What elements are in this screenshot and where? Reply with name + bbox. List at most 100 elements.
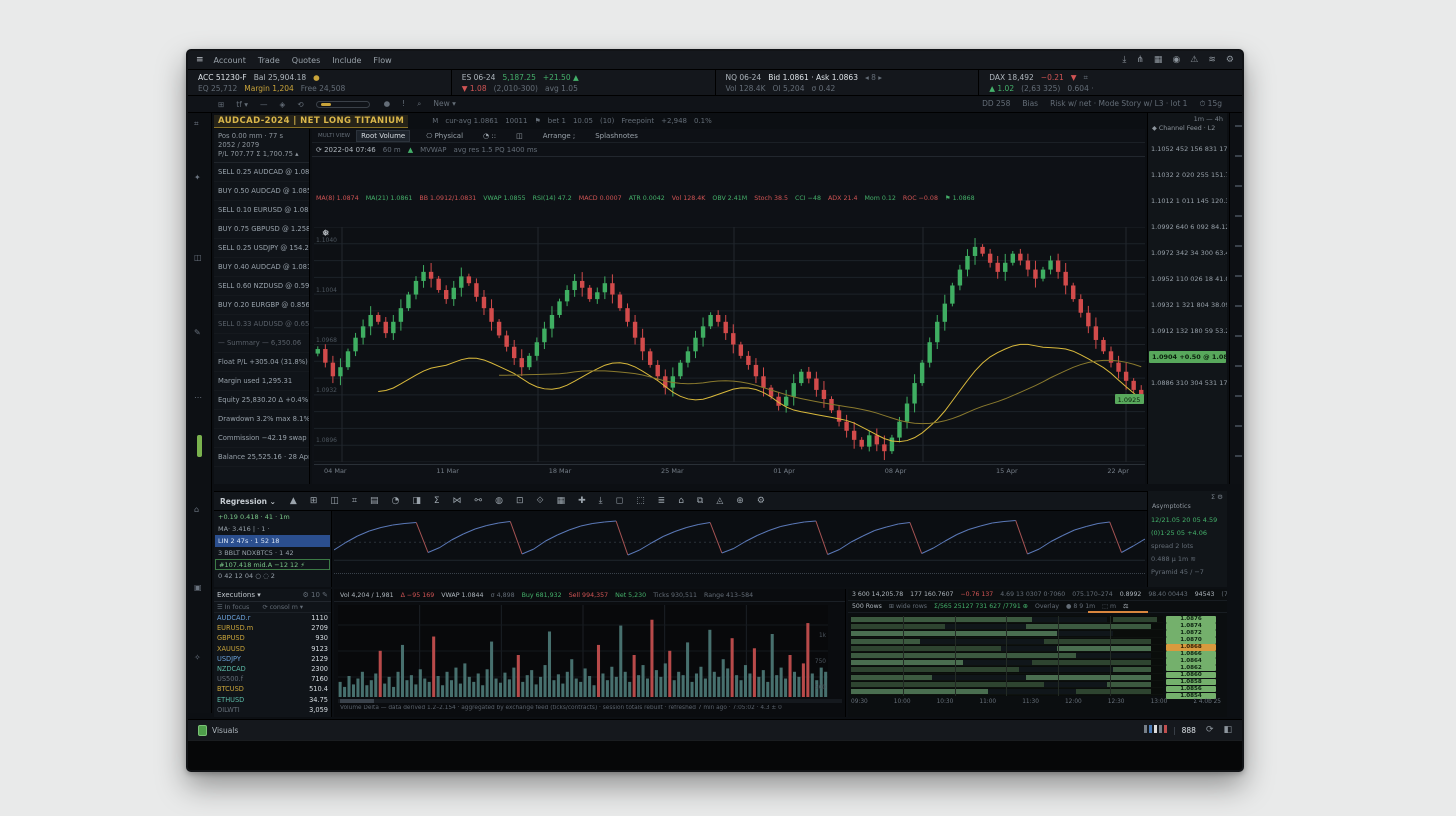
- orderbook-row[interactable]: 1.0952 110 026 18 41.08: [1148, 266, 1227, 292]
- account-log-row[interactable]: BUY 0.75 GBPUSD @ 1.2581 +128.19: [214, 220, 309, 239]
- lower-toolbar-icon[interactable]: ⧉: [697, 496, 703, 506]
- quote-group[interactable]: ACC 51230-FBal 25,904.18●EQ 25,712Margin…: [188, 70, 452, 95]
- account-log-row[interactable]: SELL 0.10 EURUSD @ 1.0832 −3.18: [214, 201, 309, 220]
- regression-row[interactable]: LIN 2 47s · 1 52 18: [215, 535, 330, 547]
- orderbook-row[interactable]: 1.0932 1 321 804 38.09: [1148, 292, 1227, 318]
- chart-tab[interactable]: ⎔ Physical: [422, 131, 467, 141]
- execution-row[interactable]: BTCUSD510.4: [214, 684, 331, 694]
- orderbook-row[interactable]: 1.1012 1 011 145 120.30: [1148, 188, 1227, 214]
- lower-toolbar-icon[interactable]: ◫: [330, 496, 339, 506]
- execution-row[interactable]: AUDCAD.r1110: [214, 613, 331, 623]
- visuals-icon[interactable]: [198, 725, 207, 736]
- sidebar-tool-icon[interactable]: ◫: [194, 253, 202, 262]
- orderbook-row[interactable]: 1.0886 310 304 531 17.18: [1148, 370, 1227, 396]
- orderbook-row[interactable]: 1.1032 2 020 255 151.76: [1148, 162, 1227, 188]
- quote-group[interactable]: DAX 18,492−0.21▼⌗▲ 1.02(2,63 325)0.604 ·: [979, 70, 1242, 95]
- volume-chart[interactable]: 1k750500: [338, 605, 828, 697]
- account-log-row[interactable]: Equity 25,830.20 Δ +0.4%: [214, 391, 309, 410]
- lower-toolbar-icon[interactable]: ✚: [578, 496, 586, 506]
- sidebar-tool-icon[interactable]: ▣: [194, 583, 202, 592]
- lower-toolbar-icon[interactable]: ⊞: [310, 496, 318, 506]
- menubar-icon[interactable]: ≋: [1208, 55, 1216, 65]
- sidebar-tool-icon[interactable]: ⋯: [194, 393, 202, 402]
- lower-toolbar-icon[interactable]: ⋈: [453, 496, 462, 506]
- toolbar-button[interactable]: !: [402, 99, 405, 108]
- sidebar-tool-icon[interactable]: ✦: [194, 173, 201, 182]
- toolbar-button[interactable]: tf ▾: [236, 100, 248, 109]
- execution-row[interactable]: EURUSD.m2709: [214, 623, 331, 633]
- orderbook-row[interactable]: 1.0912 132 180 59 53.20: [1148, 318, 1227, 344]
- account-log-row[interactable]: SELL 0.25 AUDCAD @ 1.0874 −12.30: [214, 163, 309, 182]
- menu-item[interactable]: Quotes: [292, 56, 321, 65]
- orderbook-panel-toolbar[interactable]: 1m — 4h: [1148, 113, 1227, 125]
- price-ladder[interactable]: 1.08761.08741.08721.08701.08681.08661.08…: [1166, 616, 1216, 696]
- execution-row[interactable]: XAUUSD9123: [214, 644, 331, 654]
- lower-toolbar-icon[interactable]: ◬: [716, 496, 723, 506]
- account-log-row[interactable]: BUY 0.50 AUDCAD @ 1.0851 +41.25: [214, 182, 309, 201]
- ladder-price-cell[interactable]: 1.0872: [1166, 630, 1216, 637]
- status-left-label[interactable]: Visuals: [212, 726, 238, 735]
- regression-row[interactable]: 0 42 12 04 ○ ◌ 2: [215, 570, 330, 582]
- asymptotics-row[interactable]: 0.488 μ 1m ≋: [1148, 553, 1227, 566]
- quote-group[interactable]: NQ 06-24Bid 1.0861 · Ask 1.0863◂ 8 ▸Vol …: [716, 70, 980, 95]
- volume-scrollbar[interactable]: [338, 699, 842, 703]
- regression-row[interactable]: 3 BBLT NDXBTC5 · 1 42: [215, 547, 330, 559]
- toolbar-button[interactable]: ⌕: [417, 99, 421, 109]
- toolbar-button[interactable]: New ▾: [433, 99, 456, 108]
- lower-toolbar-icon[interactable]: ▦: [557, 496, 566, 506]
- account-log-row[interactable]: Balance 25,525.16 · 28 Apr: [214, 448, 309, 467]
- execution-row[interactable]: USDJPY2129: [214, 654, 331, 664]
- menu-item[interactable]: Flow: [373, 56, 391, 65]
- regression-row[interactable]: MA· 3.416 | · 1 ·: [215, 523, 330, 535]
- chart-tab[interactable]: ◔ ::: [479, 131, 500, 141]
- account-log-row[interactable]: Drawdown 3.2% max 8.1%: [214, 410, 309, 429]
- toolbar-button[interactable]: ◈: [280, 100, 286, 109]
- execution-row[interactable]: OILWTI3,059: [214, 705, 331, 715]
- menu-item[interactable]: Trade: [258, 56, 280, 65]
- menubar-icon[interactable]: ▦: [1154, 55, 1163, 65]
- account-log-row[interactable]: — Summary — 6,350.06: [214, 334, 309, 353]
- menubar-icon[interactable]: ⋔: [1136, 55, 1144, 65]
- execution-row[interactable]: GBPUSD930: [214, 633, 331, 643]
- candlestick-plot[interactable]: ❅ 1.09251.10401.10041.09681.09321.0896: [314, 227, 1145, 462]
- menubar-icon[interactable]: ◉: [1172, 55, 1180, 65]
- menu-item[interactable]: Account: [214, 56, 246, 65]
- ladder-price-cell[interactable]: 1.0864: [1166, 658, 1216, 665]
- ladder-price-cell[interactable]: 1.0874: [1166, 623, 1216, 630]
- menu-item[interactable]: Include: [332, 56, 361, 65]
- toolbar-button[interactable]: —: [260, 100, 268, 109]
- zoom-slider[interactable]: [316, 101, 370, 108]
- oscillator-panel[interactable]: [334, 511, 1145, 587]
- lower-toolbar-title[interactable]: Regression ⌄: [220, 497, 276, 506]
- status-icon[interactable]: ◧: [1223, 725, 1232, 735]
- menubar-icon[interactable]: ⚠: [1190, 55, 1198, 65]
- account-log-row[interactable]: BUY 0.20 EURGBP @ 0.8563 +8.41: [214, 296, 309, 315]
- account-log-row[interactable]: Float P/L +305.04 (31.8%): [214, 353, 309, 372]
- asymptotics-row[interactable]: Pyramid 45 / −7: [1148, 566, 1227, 579]
- lower-toolbar-icon[interactable]: ◔: [391, 496, 399, 506]
- chart-tab[interactable]: Splashnotes: [591, 131, 642, 141]
- lower-toolbar-icon[interactable]: ⤓: [599, 496, 603, 506]
- executions-settings[interactable]: ⚙ 10 ✎: [303, 591, 329, 599]
- lower-toolbar-icon[interactable]: ⟐: [537, 496, 544, 506]
- quote-group[interactable]: ES 06-245,187.25+21.50 ▲▼ 1.08(2,010-300…: [452, 70, 716, 95]
- snowflake-icon[interactable]: ❅: [322, 229, 330, 239]
- toolbar-button[interactable]: ⊞: [218, 100, 224, 109]
- lower-toolbar-icon[interactable]: ≣: [658, 496, 666, 506]
- menubar-icon[interactable]: ⤓: [1122, 55, 1126, 65]
- lower-toolbar-icon[interactable]: ⚯: [475, 496, 483, 506]
- right-scrollbar[interactable]: [1229, 113, 1244, 484]
- chart-tab[interactable]: ◫: [512, 131, 527, 141]
- menubar-icon[interactable]: ⚙: [1226, 55, 1234, 65]
- sidebar-tool-icon[interactable]: ⌗: [194, 119, 199, 129]
- regression-row[interactable]: +0.19 0.418 · 41 · 1m: [215, 511, 330, 523]
- toolbar-button[interactable]: ⟲: [297, 100, 303, 109]
- strip-slider-handle[interactable]: [197, 435, 202, 457]
- lower-toolbar-icon[interactable]: ◨: [412, 496, 421, 506]
- account-log-row[interactable]: SELL 0.33 AUDUSD @ 0.6518 +15.77: [214, 315, 309, 334]
- toolbar-button[interactable]: Risk w/ net · Mode Story w/ L3 · lot 1: [1050, 99, 1187, 108]
- ladder-price-cell[interactable]: 1.0866: [1166, 651, 1216, 658]
- lower-toolbar-icon[interactable]: ⌗: [352, 496, 357, 506]
- lower-toolbar-icon[interactable]: ⌂: [678, 496, 684, 506]
- ladder-price-cell[interactable]: 1.0876: [1166, 616, 1216, 623]
